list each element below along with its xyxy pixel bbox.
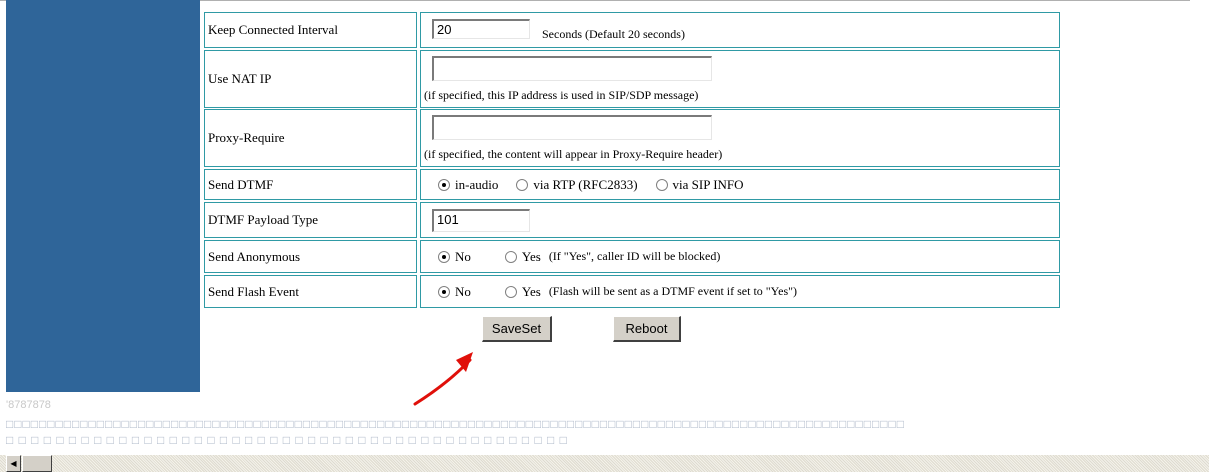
send-anonymous-option-yes[interactable]: Yes [504,248,541,265]
use-nat-ip-cell: (if specified, this IP address is used i… [420,50,1060,108]
row-use-nat-ip: Use NAT IP (if specified, this IP addres… [204,50,1060,108]
keep-connected-label: Keep Connected Interval [204,12,417,48]
row-send-anonymous: Send Anonymous No Yes (If "Yes", caller … [204,240,1060,273]
row-dtmf-payload-type: DTMF Payload Type 101 [204,202,1060,238]
footer-junk-text: '8787878 [6,399,51,411]
send-dtmf-cell: in-audio via RTP (RFC2833) via SIP INFO [420,169,1060,200]
horizontal-scrollbar[interactable]: ◀ [0,455,1209,472]
send-flash-event-option-label: Yes [521,283,541,299]
send-dtmf-option-in-audio[interactable]: in-audio [438,177,498,193]
proxy-require-input[interactable] [432,115,712,140]
send-flash-event-label: Send Flash Event [204,275,417,308]
scroll-left-arrow-icon[interactable]: ◀ [6,455,21,472]
send-anonymous-option-no[interactable]: No [438,249,471,265]
dtmf-payload-type-input[interactable]: 101 [432,209,530,232]
send-anonymous-option-label: Yes [521,248,541,264]
row-proxy-require: Proxy-Require (if specified, the content… [204,109,1060,167]
radio-checked-icon[interactable] [438,178,450,191]
saveset-button[interactable]: SaveSet [482,316,552,342]
reboot-button[interactable]: Reboot [613,316,681,342]
radio-unchecked-icon[interactable] [516,178,529,191]
row-send-flash-event: Send Flash Event No Yes (Flash will be s… [204,275,1060,308]
send-flash-event-radio-group: No Yes (Flash will be sent as a DTMF eve… [438,276,797,307]
radio-unchecked-icon[interactable] [655,178,668,191]
dtmf-payload-type-label: DTMF Payload Type [204,202,417,238]
send-flash-event-cell: No Yes (Flash will be sent as a DTMF eve… [420,275,1060,308]
red-arrow-icon [413,352,473,406]
send-flash-event-note: (Flash will be sent as a DTMF event if s… [548,284,798,298]
use-nat-ip-hint: (if specified, this IP address is used i… [424,88,699,102]
use-nat-ip-input[interactable] [432,56,712,81]
send-dtmf-label: Send DTMF [204,169,417,200]
send-dtmf-option-label: in-audio [455,176,499,192]
send-dtmf-option-rtp[interactable]: via RTP (RFC2833) [516,176,638,193]
radio-unchecked-icon[interactable] [504,285,517,298]
row-keep-connected: Keep Connected Interval 20 Seconds (Defa… [204,12,1060,48]
radio-checked-icon[interactable] [438,250,450,263]
send-anonymous-cell: No Yes (If "Yes", caller ID will be bloc… [420,240,1060,273]
send-dtmf-option-label: via RTP (RFC2833) [533,176,638,192]
proxy-require-hint: (if specified, the content will appear i… [424,147,723,161]
keep-connected-suffix: Seconds (Default 20 seconds) [542,27,685,41]
use-nat-ip-label: Use NAT IP [204,50,417,108]
footer-glyph-row-1: □□□□□□□□□□□□□□□□□□□□□□□□□□□□□□□□□□□□□□□□… [6,417,906,431]
scrollbar-thumb[interactable] [22,455,52,472]
send-dtmf-radio-group: in-audio via RTP (RFC2833) via SIP INFO [438,170,744,199]
radio-checked-icon[interactable] [438,285,450,298]
keep-connected-input[interactable]: 20 [432,19,530,39]
footer-glyph-row-2: □ □ □ □ □ □ □ □ □ □ □ □ □ □ □ □ □ □ □ □ … [6,433,568,447]
send-anonymous-radio-group: No Yes (If "Yes", caller ID will be bloc… [438,241,720,272]
radio-unchecked-icon[interactable] [504,250,517,263]
send-flash-event-option-no[interactable]: No [438,284,471,300]
send-flash-event-option-yes[interactable]: Yes [504,283,541,300]
send-anonymous-option-label: No [455,248,471,264]
send-anonymous-label: Send Anonymous [204,240,417,273]
sidebar-panel [6,0,200,392]
row-send-dtmf: Send DTMF in-audio via RTP (RFC2833) via… [204,169,1060,200]
send-dtmf-option-sip-info[interactable]: via SIP INFO [655,176,744,193]
send-dtmf-option-label: via SIP INFO [672,176,744,192]
proxy-require-label: Proxy-Require [204,109,417,167]
dtmf-payload-type-cell: 101 [420,202,1060,238]
keep-connected-cell: 20 Seconds (Default 20 seconds) [420,12,1060,48]
proxy-require-cell: (if specified, the content will appear i… [420,109,1060,167]
send-flash-event-option-label: No [455,283,471,299]
send-anonymous-note: (If "Yes", caller ID will be blocked) [548,249,721,263]
